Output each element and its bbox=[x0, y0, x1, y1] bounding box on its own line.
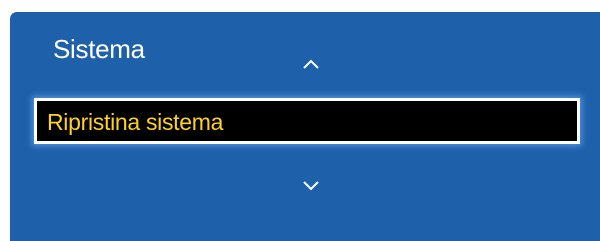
menu-item-label: Ripristina sistema bbox=[47, 109, 224, 135]
scroll-down-button[interactable] bbox=[299, 178, 323, 194]
menu-title: Sistema bbox=[53, 34, 145, 64]
chevron-down-icon bbox=[303, 181, 319, 191]
scroll-up-button[interactable] bbox=[299, 56, 323, 72]
system-menu-panel: Sistema Ripristina sistema bbox=[10, 12, 600, 241]
chevron-up-icon bbox=[303, 59, 319, 69]
menu-item-reset-system[interactable]: Ripristina sistema bbox=[34, 98, 580, 144]
